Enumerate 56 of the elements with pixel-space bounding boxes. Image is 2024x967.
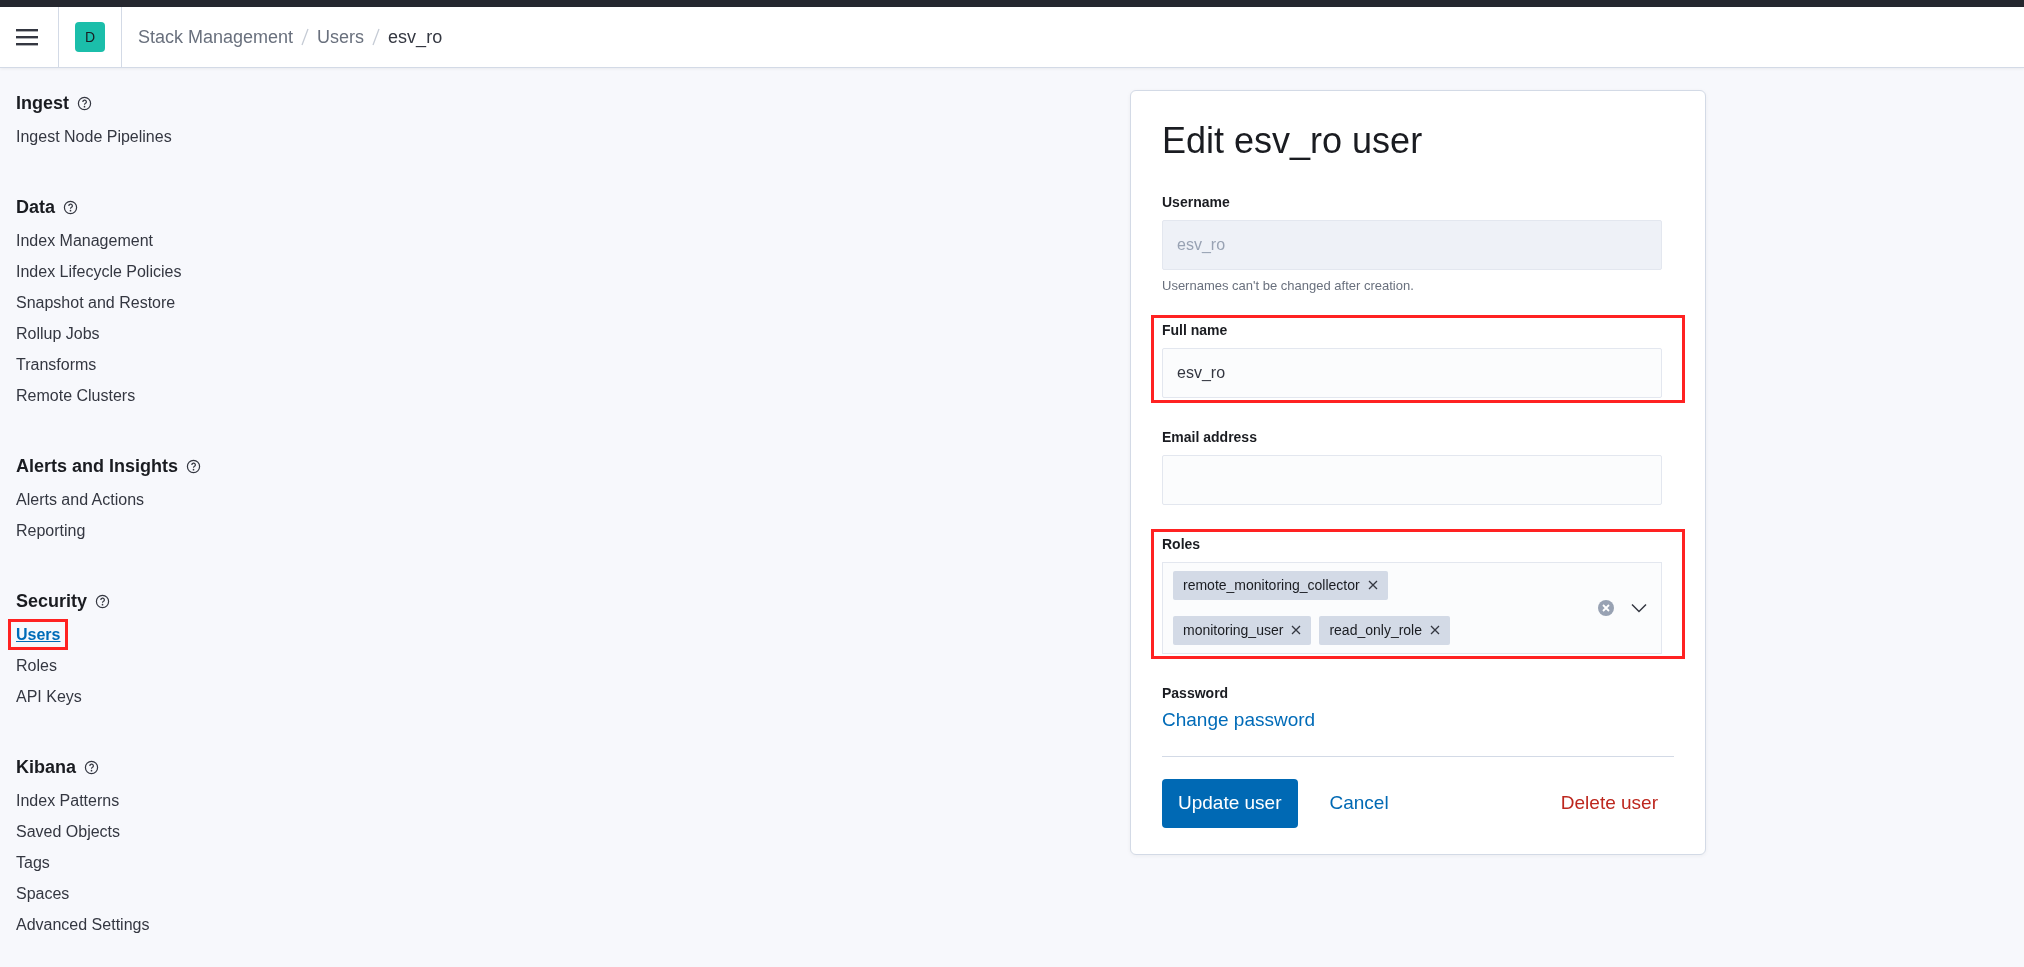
role-name: read_only_role xyxy=(1329,620,1422,640)
nav-link[interactable]: Index Patterns xyxy=(8,785,128,816)
field-label: Password xyxy=(1162,683,1230,703)
nav-link[interactable]: Snapshot and Restore xyxy=(8,287,184,318)
close-icon[interactable] xyxy=(1367,580,1378,591)
nav-link[interactable]: Transforms xyxy=(8,349,105,380)
chevron-down-icon[interactable] xyxy=(1631,602,1647,613)
field-label: Email address xyxy=(1162,427,1258,447)
nav-link[interactable]: Reporting xyxy=(8,515,94,546)
input-field[interactable]: esv_ro xyxy=(1162,347,1662,398)
help-icon xyxy=(63,200,78,215)
help-icon xyxy=(186,459,202,474)
help-text: Usernames can't be changed after creation. xyxy=(1162,277,1415,296)
cancel-button[interactable]: Cancel xyxy=(1313,779,1405,828)
form-title: Edit esv_ro user xyxy=(1162,119,1424,163)
nav-link[interactable]: Index Management xyxy=(8,225,161,256)
field-label: Roles xyxy=(1162,534,1202,554)
space-avatar[interactable]: D xyxy=(75,22,105,52)
close-icon[interactable] xyxy=(1291,625,1302,636)
breadcrumb[interactable]: Users xyxy=(317,23,365,51)
section-heading: Security xyxy=(16,590,88,613)
breadcrumb: esv_ro xyxy=(388,25,443,50)
section-heading: Ingest xyxy=(16,92,69,115)
input-field[interactable] xyxy=(1162,454,1662,505)
menu-icon[interactable] xyxy=(16,28,38,46)
nav-link[interactable]: Rollup Jobs xyxy=(8,318,108,349)
nav-link[interactable]: Saved Objects xyxy=(8,816,129,847)
nav-link[interactable]: Index Lifecycle Policies xyxy=(8,256,190,287)
section-heading: Alerts and Insights xyxy=(16,455,179,478)
change-password-link[interactable]: Change password xyxy=(1162,708,1316,730)
slash-icon xyxy=(301,28,310,46)
field-label: Username xyxy=(1162,193,1231,213)
nav-link[interactable]: Users xyxy=(8,619,69,650)
nav-link[interactable]: Roles xyxy=(8,650,65,681)
delete-button[interactable]: Delete user xyxy=(1560,779,1658,828)
nav-link[interactable]: Tags xyxy=(8,847,58,878)
role-name: remote_monitoring_collector xyxy=(1183,575,1360,595)
breadcrumb[interactable]: Stack Management xyxy=(138,23,294,51)
roles-combobox[interactable]: remote_monitoring_collector monitoring_user read_only_role xyxy=(1162,561,1662,654)
slash-icon xyxy=(372,28,381,46)
nav-link[interactable]: Advanced Settings xyxy=(8,909,158,940)
close-icon[interactable] xyxy=(1430,625,1440,636)
nav-link[interactable]: Remote Clusters xyxy=(8,380,144,411)
nav-link[interactable]: Spaces xyxy=(8,878,78,909)
help-icon xyxy=(84,760,99,775)
help-icon xyxy=(95,594,111,609)
update-button[interactable]: Update user xyxy=(1162,779,1298,828)
section-heading: Data xyxy=(16,196,55,219)
section-heading: Kibana xyxy=(16,756,76,779)
nav-link[interactable]: Alerts and Actions xyxy=(8,484,153,515)
role-name: monitoring_user xyxy=(1183,620,1284,640)
nav-link[interactable]: API Keys xyxy=(8,681,90,712)
field-label: Full name xyxy=(1162,320,1229,340)
clear-icon[interactable] xyxy=(1597,598,1615,617)
nav-link[interactable]: Ingest Node Pipelines xyxy=(8,121,180,152)
help-icon xyxy=(77,96,92,111)
